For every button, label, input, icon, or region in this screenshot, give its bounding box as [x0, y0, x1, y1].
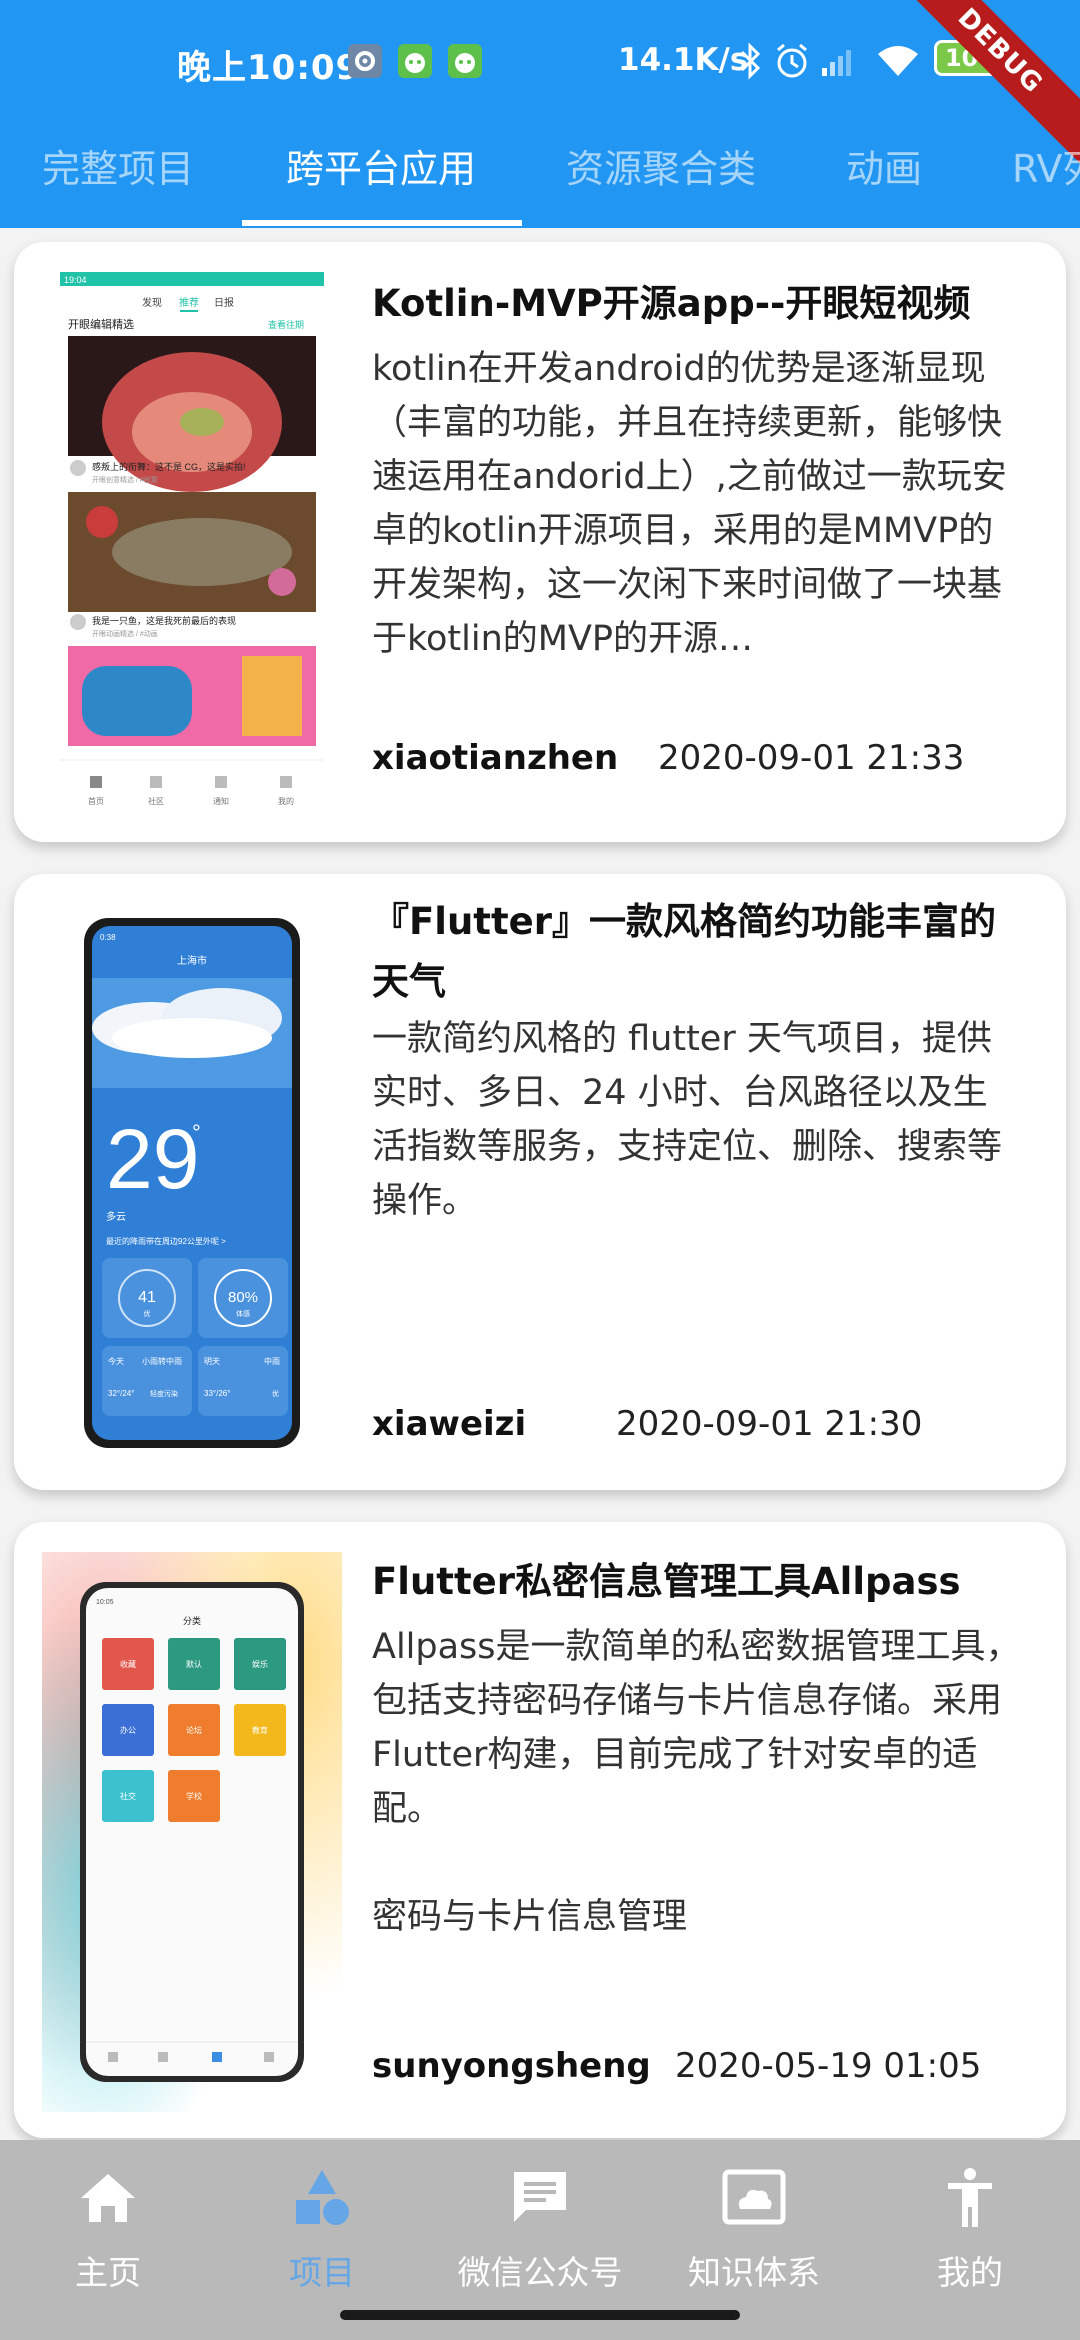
thumb-nav-community: 社区: [148, 796, 164, 806]
allpass-app-screenshot: 10:05 分类 收藏 默认 娱乐办公 论坛 教育社交 学校: [42, 1552, 342, 2112]
nav-knowledge-label: 知识体系: [688, 2253, 820, 2292]
network-speed: 14.1K/s: [618, 42, 749, 78]
project-list: 19:04 发现 推荐 日报 开眼编辑精选 查看往期 感叛上的衔舞：这不是 CG…: [0, 228, 1080, 2140]
thumb-tomorrow-weather: 中雨: [264, 1356, 280, 1366]
shapes-icon: [222, 2158, 422, 2238]
project-description: 一款简约风格的 flutter 天气项目，提供实时、多日、24 小时、台风路径以…: [372, 1019, 1003, 1221]
thumb-header: 分类: [183, 1615, 201, 1626]
project-thumbnail: 0:38 上海市 29 ° 多云 最近的降雨带在周边92公里外呢 > 41 优 …: [42, 918, 342, 1448]
project-author: xiaweizi: [372, 1404, 527, 1444]
thumb-humidity-label: 体感: [236, 1309, 250, 1318]
nav-home[interactable]: 主页: [8, 2158, 208, 2294]
status-bar: 晚上10:09 14.1K/s 100 DEBUG: [0, 0, 1080, 174]
project-card[interactable]: 19:04 发现 推荐 日报 开眼编辑精选 查看往期 感叛上的衔舞：这不是 CG…: [14, 242, 1066, 842]
nav-mine[interactable]: 我的: [870, 2158, 1070, 2294]
nav-knowledge[interactable]: 知识体系: [654, 2158, 854, 2294]
project-thumbnail: 10:05 分类 收藏 默认 娱乐办公 论坛 教育社交 学校: [42, 1552, 342, 2112]
settings-notification-icon: [348, 44, 382, 78]
kaiyan-app-screenshot: 19:04 发现 推荐 日报 开眼编辑精选 查看往期 感叛上的衔舞：这不是 CG…: [60, 272, 324, 822]
bluetooth-icon: [738, 42, 762, 84]
nav-home-label: 主页: [75, 2253, 141, 2292]
thumb-notice: 最近的降雨带在周边92公里外呢 >: [106, 1236, 226, 1246]
thumb-tab-daily: 日报: [214, 296, 234, 309]
tab-complete-projects[interactable]: 完整项目: [42, 138, 194, 193]
thumb-tab-discover: 发现: [142, 296, 162, 309]
project-author: xiaotianzhen: [372, 738, 619, 778]
category-tile-label: 教育: [252, 1725, 268, 1735]
wifi-icon: [876, 42, 920, 84]
thumb-tomorrow-temp: 33°/26°: [204, 1389, 230, 1398]
nav-wechat-label: 微信公众号: [457, 2253, 623, 2292]
cloud-image-icon: [654, 2158, 854, 2238]
project-card[interactable]: 10:05 分类 收藏 默认 娱乐办公 论坛 教育社交 学校 Flutter私密信息管理工…: [14, 1522, 1066, 2138]
project-title: Kotlin-MVP开源app--开眼短视频: [372, 282, 971, 325]
thumb-status-time: 0:38: [100, 933, 116, 942]
thumb-item2-text: 我是一只鱼，这是我死前最后的表现: [92, 615, 236, 626]
thumb-today-label: 今天: [108, 1356, 124, 1366]
thumb-section-link: 查看往期: [268, 319, 304, 330]
project-title: Flutter私密信息管理工具Allpass: [372, 1560, 961, 1603]
project-description: kotlin在开发android的优势是逐渐显现（丰富的功能，并且在持续更新，能…: [372, 349, 1007, 659]
thumb-item2-sub: 开眼动画精选 / #动画: [92, 629, 158, 638]
nav-projects-label: 项目: [289, 2253, 355, 2292]
tab-animation[interactable]: 动画: [846, 138, 922, 193]
project-date: 2020-05-19 01:05: [675, 2046, 982, 2086]
category-tile-label: 默认: [186, 1659, 202, 1669]
tab-indicator: [242, 220, 522, 226]
thumb-today-temp: 32°/24°: [108, 1389, 134, 1398]
project-date: 2020-09-01 21:30: [616, 1404, 923, 1444]
project-thumbnail: 19:04 发现 推荐 日报 开眼编辑精选 查看往期 感叛上的衔舞：这不是 CG…: [42, 272, 342, 822]
thumb-item1-text: 感叛上的衔舞：这不是 CG，这是实拍!: [92, 461, 246, 472]
thumb-tomorrow-air: 优: [272, 1389, 279, 1398]
app-notification-icon: [398, 44, 432, 78]
nav-projects[interactable]: 项目: [222, 2158, 422, 2294]
nav-mine-label: 我的: [937, 2253, 1003, 2292]
category-tile-label: 社交: [120, 1791, 136, 1801]
thumb-tomorrow-label: 明天: [204, 1357, 220, 1366]
category-tile-label: 娱乐: [252, 1659, 268, 1669]
project-title: 『Flutter』一款风格简约功能丰富的天气: [372, 900, 997, 1003]
category-tile-label: 学校: [186, 1791, 202, 1801]
thumb-nav-mine: 我的: [278, 796, 294, 806]
nav-wechat[interactable]: 微信公众号: [440, 2158, 640, 2294]
thumb-degree: °: [192, 1120, 201, 1145]
chat-icon: [440, 2158, 640, 2238]
tab-rv-list[interactable]: RV列表动效: [1012, 138, 1080, 193]
project-date: 2020-09-01 21:33: [658, 738, 965, 778]
thumb-temp: 29: [106, 1112, 199, 1206]
gesture-home-bar[interactable]: [340, 2310, 740, 2320]
project-description: Allpass是一款简单的私密数据管理工具，包括支持密码存储与卡片信息存储。采用…: [372, 1627, 1021, 1937]
category-tile-label: 论坛: [186, 1725, 202, 1735]
tab-resource-aggregation[interactable]: 资源聚合类: [566, 138, 756, 193]
project-author: sunyongsheng: [372, 2046, 651, 2086]
project-card[interactable]: 0:38 上海市 29 ° 多云 最近的降雨带在周边92公里外呢 > 41 优 …: [14, 874, 1066, 1490]
weather-app-screenshot: 0:38 上海市 29 ° 多云 最近的降雨带在周边92公里外呢 > 41 优 …: [84, 918, 300, 1448]
thumb-condition: 多云: [106, 1210, 126, 1223]
thumb-city: 上海市: [177, 954, 207, 967]
status-time: 晚上10:09: [177, 48, 361, 88]
thumb-nav-notify: 通知: [213, 796, 229, 806]
home-icon: [8, 2158, 208, 2238]
app-notification-icon: [448, 44, 482, 78]
thumb-section-title: 开眼编辑精选: [68, 317, 134, 331]
category-tile-label: 办公: [120, 1725, 136, 1735]
category-tile-label: 收藏: [120, 1659, 136, 1669]
thumb-aqi-label: 优: [144, 1309, 151, 1318]
category-tabs: 完整项目 跨平台应用 资源聚合类 动画 RV列表动效: [0, 124, 1080, 228]
thumb-status-time: 19:04: [64, 275, 87, 285]
tab-cross-platform[interactable]: 跨平台应用: [286, 138, 476, 193]
thumb-humidity-value: 80%: [228, 1289, 258, 1306]
thumb-aqi-value: 41: [138, 1289, 156, 1306]
signal-icon: [820, 42, 860, 84]
alarm-icon: [772, 42, 812, 84]
thumb-nav-home: 首页: [88, 796, 104, 806]
thumb-today-weather: 小雨转中雨: [142, 1356, 182, 1366]
thumb-today-air: 轻度污染: [150, 1389, 178, 1398]
thumb-item1-sub: 开眼创意精选 / #创意: [92, 475, 158, 484]
app-header: 晚上10:09 14.1K/s 100 DEBUG 完整项目 跨平台应用 资源聚…: [0, 0, 1080, 228]
thumb-status-time: 10:05: [96, 1599, 114, 1606]
thumb-tab-recommend: 推荐: [179, 296, 199, 309]
person-icon: [870, 2158, 1070, 2238]
